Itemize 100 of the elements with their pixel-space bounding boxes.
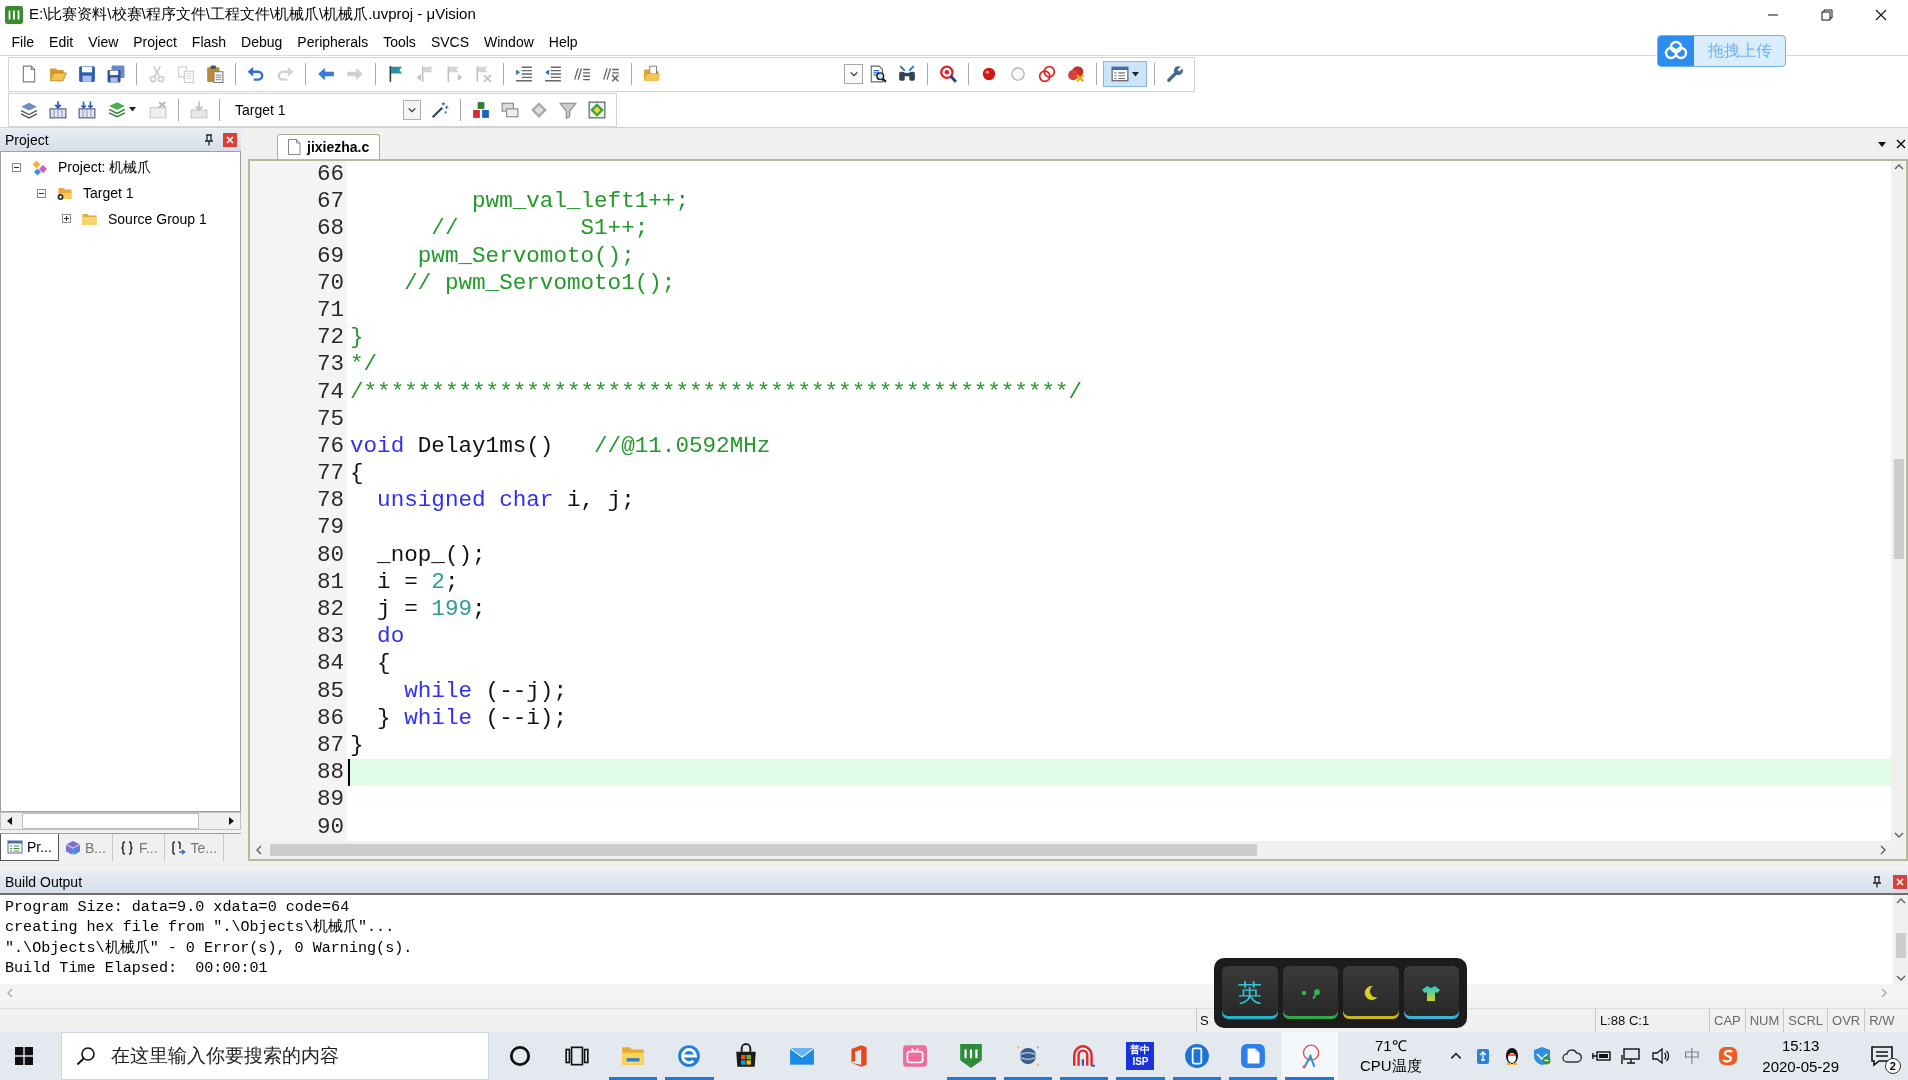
close-icon[interactable]: [1896, 138, 1906, 149]
cloud-icon[interactable]: [1561, 1046, 1582, 1066]
magnifier-icon[interactable]: [938, 65, 957, 84]
package-icon[interactable]: [587, 100, 606, 119]
funnel-icon[interactable]: [558, 100, 577, 119]
toggle-button[interactable]: [1103, 61, 1147, 88]
code-line: }: [350, 324, 364, 352]
search-icon: [76, 1046, 96, 1066]
output-line: Program Size: data=9.0 xdata=0 code=64: [5, 897, 351, 918]
network-icon[interactable]: [1621, 1046, 1642, 1066]
blocks-icon[interactable]: [471, 100, 490, 119]
triangle-down-icon[interactable]: [1878, 139, 1886, 148]
floppy-disks-icon[interactable]: [106, 65, 125, 84]
tv-icon[interactable]: [901, 1043, 928, 1069]
uncomment-icon[interactable]: [601, 65, 620, 84]
browser-icon[interactable]: [676, 1043, 703, 1069]
ime-key[interactable]: [1282, 966, 1338, 1019]
horizontal-scrollbar[interactable]: [250, 841, 1906, 859]
ime-key[interactable]: [1343, 966, 1399, 1019]
input-method-icon[interactable]: [1717, 1046, 1738, 1066]
menu-item[interactable]: Flash: [184, 34, 234, 50]
menu-item[interactable]: SVCS: [423, 34, 477, 50]
breakpoint-remove-icon[interactable]: [1066, 65, 1085, 84]
app-tile-icon[interactable]: [958, 1043, 985, 1069]
menu-item[interactable]: Help: [541, 34, 586, 50]
rebuild-icon[interactable]: [77, 100, 96, 119]
pin-icon[interactable]: [203, 134, 215, 146]
menu-item[interactable]: Peripherals: [289, 34, 376, 50]
menu-item[interactable]: File: [4, 34, 42, 50]
shield-icon[interactable]: [1532, 1046, 1553, 1066]
binoculars-icon[interactable]: [897, 65, 916, 84]
status-indicator: R/W: [1869, 1013, 1895, 1028]
undo-icon[interactable]: [246, 65, 265, 84]
layers-icon[interactable]: [108, 100, 126, 119]
menu-item[interactable]: Project: [125, 34, 185, 50]
tree-item[interactable]: Source Group 1: [108, 210, 207, 227]
windows-stack-icon[interactable]: [500, 100, 519, 119]
app-tile[interactable]: 普中 ISP: [1126, 1042, 1155, 1070]
ime-key[interactable]: 英: [1222, 966, 1278, 1019]
clock-date: 2020-05-29: [1762, 1057, 1840, 1077]
line-number: 88: [250, 759, 347, 787]
layers-icon[interactable]: [19, 100, 38, 119]
build-icon[interactable]: [48, 100, 67, 119]
scrollbar-thumb[interactable]: [22, 813, 199, 829]
speaker-icon[interactable]: [1650, 1046, 1671, 1066]
output-line: Build Time Elapsed: 00:00:01: [5, 957, 269, 979]
code-line: void Delay1ms() //@11.0592MHz: [350, 432, 771, 461]
folder-icon[interactable]: [48, 65, 67, 84]
arches-icon[interactable]: [1071, 1043, 1098, 1069]
panel-tab[interactable]: Pr...: [0, 834, 59, 861]
code-line: {: [350, 460, 364, 488]
rings-icon[interactable]: [1037, 65, 1056, 84]
window-title: E:\比赛资料\校赛\程序文件\工程文件\机械爪\机械爪.uvproj - μVision: [29, 5, 476, 24]
magic-wand-icon[interactable]: [430, 100, 449, 119]
vertical-scrollbar[interactable]: [1891, 161, 1906, 841]
menu-item[interactable]: View: [80, 34, 126, 50]
collapse-icon[interactable]: [37, 188, 46, 198]
notification-icon[interactable]: [1869, 1044, 1894, 1068]
tree-item[interactable]: Target 1: [83, 185, 134, 202]
folder-document-icon[interactable]: [642, 65, 661, 84]
menu-item[interactable]: Window: [476, 34, 542, 50]
expand-icon[interactable]: [62, 214, 71, 224]
restore-icon[interactable]: [1821, 8, 1833, 21]
pin-icon[interactable]: [1871, 876, 1883, 888]
search-field[interactable]: 在这里输入你要搜索的内容: [61, 1032, 489, 1080]
scrollbar-thumb[interactable]: [1895, 933, 1906, 958]
globe-icon[interactable]: [1014, 1043, 1041, 1069]
close-icon[interactable]: [1875, 8, 1887, 21]
outdent-icon[interactable]: [543, 65, 562, 84]
close-button[interactable]: [1893, 875, 1907, 889]
line-number: 66: [250, 161, 347, 189]
vertical-scrollbar[interactable]: [1893, 895, 1908, 984]
document-search-icon[interactable]: [868, 65, 887, 84]
tablet-icon[interactable]: [1183, 1043, 1210, 1069]
tree-item[interactable]: Project: 机械爪: [58, 158, 152, 177]
menu-item[interactable]: Debug: [233, 34, 290, 50]
clipboard-icon[interactable]: [205, 65, 224, 84]
scrollbar-thumb[interactable]: [1893, 459, 1904, 559]
triangle-right-icon[interactable]: [227, 817, 235, 825]
panel-tab[interactable]: B...: [58, 834, 113, 861]
active-app-highlight[interactable]: [1281, 1032, 1338, 1080]
panel-tab[interactable]: Te...: [164, 834, 225, 861]
close-button[interactable]: [223, 133, 237, 147]
horizontal-scrollbar[interactable]: [0, 812, 241, 830]
target-select[interactable]: Target 1: [229, 97, 421, 122]
triangle-left-icon[interactable]: [6, 817, 14, 825]
caret-icon[interactable]: [129, 107, 136, 113]
ime-key[interactable]: [1403, 966, 1459, 1019]
windows-logo-icon[interactable]: [15, 1047, 33, 1065]
dropdown-button[interactable]: [844, 64, 863, 85]
panel-tab[interactable]: F...: [112, 834, 165, 861]
wrench-icon[interactable]: [1165, 65, 1184, 84]
document-app-icon[interactable]: [1240, 1043, 1267, 1069]
indent-icon[interactable]: [514, 65, 533, 84]
menu-item[interactable]: Edit: [41, 34, 81, 50]
shirt-icon: [1422, 984, 1441, 1001]
collapse-icon[interactable]: [12, 163, 21, 173]
scrollbar-thumb[interactable]: [270, 844, 1257, 856]
menu-item[interactable]: Tools: [375, 34, 424, 50]
editor-tab[interactable]: jixiezha.c: [277, 134, 381, 159]
